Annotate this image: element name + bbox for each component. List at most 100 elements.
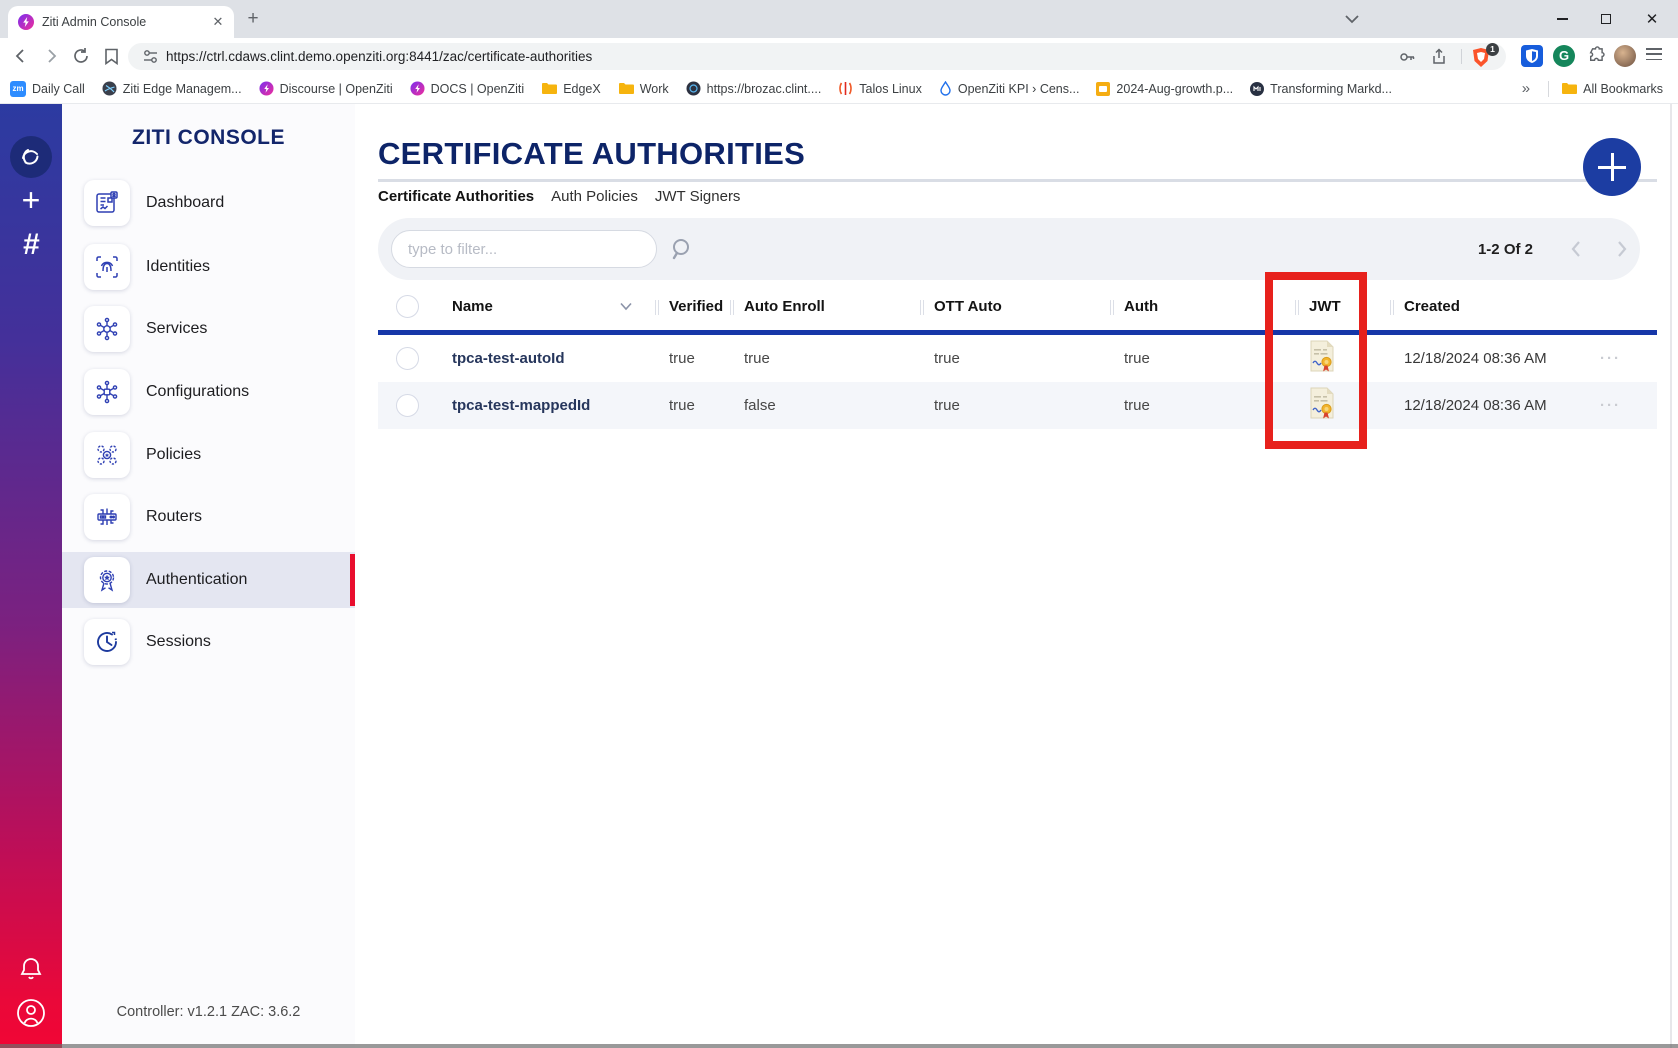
tab-certificate-authorities[interactable]: Certificate Authorities <box>378 188 534 205</box>
search-icon[interactable] <box>669 236 695 262</box>
table-row[interactable]: tpca-test-mappedId true false true true <box>378 382 1657 429</box>
bookmark-2024-aug-growth[interactable]: 2024-Aug-growth.p... <box>1096 82 1233 96</box>
bookmark-list-icon[interactable] <box>100 45 122 67</box>
sort-chevron-icon[interactable] <box>619 302 633 311</box>
brave-shield-icon[interactable]: 1 <box>1472 48 1492 68</box>
bookmark-edgex[interactable]: EdgeX <box>541 82 601 96</box>
bookmark-transforming-markd[interactable]: Transforming Markd... <box>1250 82 1392 96</box>
version-footer: Controller: v1.2.1 ZAC: 3.6.2 <box>62 1004 355 1020</box>
ca-name[interactable]: tpca-test-mappedId <box>430 397 655 414</box>
address-bar[interactable]: https://ctrl.cdaws.clint.demo.openziti.o… <box>128 43 1506 70</box>
sidebar-item-routers[interactable]: Routers <box>62 489 355 545</box>
pagination-prev-icon[interactable] <box>1568 239 1584 259</box>
select-all-checkbox[interactable] <box>396 295 419 318</box>
slides-icon <box>1096 82 1110 96</box>
auth-value: true <box>1110 397 1295 414</box>
created-value: 12/18/2024 08:36 AM <box>1390 397 1590 414</box>
zoom-icon: zm <box>10 81 26 97</box>
openziti-icon <box>410 81 425 96</box>
reload-button[interactable] <box>70 45 92 67</box>
bookmark-work[interactable]: Work <box>618 82 669 96</box>
left-rail: + # <box>0 104 62 1048</box>
extensions-puzzle-icon[interactable] <box>1586 45 1608 72</box>
column-header-verified[interactable]: Verified <box>655 298 730 315</box>
tab-auth-policies[interactable]: Auth Policies <box>551 188 638 205</box>
ca-name[interactable]: tpca-test-autoId <box>430 350 655 367</box>
filter-input[interactable] <box>391 230 657 268</box>
sub-navigation: Certificate Authorities Auth Policies JW… <box>378 188 740 205</box>
dark-circle-icon <box>1250 82 1264 96</box>
dashboard-icon <box>94 190 120 216</box>
row-actions-button[interactable]: ··· <box>1590 350 1657 367</box>
sidebar-item-policies[interactable]: Policies <box>62 427 355 483</box>
zac-app: + # ZITI CONSOLE Dashboard <box>0 104 1678 1048</box>
bookmark-daily-call[interactable]: zm Daily Call <box>10 81 85 97</box>
bookmark-docs-openziti[interactable]: DOCS | OpenZiti <box>410 81 525 96</box>
grammarly-extension-icon[interactable]: G <box>1553 45 1575 67</box>
globe-dark-icon <box>102 81 117 96</box>
sidebar-item-dashboard[interactable]: Dashboard <box>62 175 355 231</box>
sidebar: ZITI CONSOLE Dashboard Identities <box>62 104 355 1048</box>
add-certificate-authority-button[interactable] <box>1583 138 1641 196</box>
rail-hash-button[interactable]: # <box>0 228 62 262</box>
back-button[interactable] <box>10 45 32 67</box>
sidebar-item-sessions[interactable]: Sessions <box>62 614 355 670</box>
new-tab-button[interactable]: + <box>242 9 264 31</box>
table-header: Name Verified Auto Enroll OTT Auto Auth … <box>378 283 1657 330</box>
sidebar-item-services[interactable]: Services <box>62 301 355 357</box>
verified-value: true <box>655 350 730 367</box>
window-close-button[interactable]: ✕ <box>1629 0 1675 38</box>
row-checkbox[interactable] <box>396 394 419 417</box>
url-text[interactable]: https://ctrl.cdaws.clint.demo.openziti.o… <box>166 49 592 64</box>
routers-icon <box>94 504 120 530</box>
bookmark-talos-linux[interactable]: Talos Linux <box>838 81 922 96</box>
row-actions-button[interactable]: ··· <box>1590 397 1657 414</box>
column-header-created[interactable]: Created <box>1390 298 1590 315</box>
bookmark-ziti-edge[interactable]: Ziti Edge Managem... <box>102 81 242 96</box>
column-header-name[interactable]: Name <box>430 298 655 315</box>
bookmarks-overflow-chevrons[interactable]: » <box>1522 80 1530 97</box>
profile-avatar[interactable] <box>1614 45 1636 67</box>
sidebar-item-authentication[interactable]: Authentication <box>62 552 355 608</box>
ziti-favicon-icon <box>18 14 34 30</box>
rail-add-button[interactable]: + <box>0 186 62 214</box>
column-header-ott-auto[interactable]: OTT Auto <box>920 298 1110 315</box>
browser-tab[interactable]: Ziti Admin Console ✕ <box>8 6 234 38</box>
divider <box>378 179 1657 182</box>
profile-icon[interactable] <box>0 998 62 1028</box>
sidebar-item-identities[interactable]: Identities <box>62 239 355 295</box>
jwt-certificate-icon[interactable] <box>1309 387 1335 419</box>
created-value: 12/18/2024 08:36 AM <box>1390 350 1590 367</box>
ott-auto-value: true <box>920 350 1110 367</box>
sidebar-item-configurations[interactable]: Configurations <box>62 364 355 420</box>
column-header-jwt[interactable]: JWT <box>1295 298 1390 315</box>
bookmark-discourse-openziti[interactable]: Discourse | OpenZiti <box>259 81 393 96</box>
column-header-auth[interactable]: Auth <box>1110 298 1295 315</box>
services-network-icon <box>94 316 120 342</box>
row-checkbox[interactable] <box>396 347 419 370</box>
bookmark-openziti-kpi[interactable]: OpenZiti KPI › Cens... <box>939 81 1080 96</box>
menu-hamburger-icon[interactable] <box>1646 48 1662 60</box>
pagination-next-icon[interactable] <box>1614 239 1630 259</box>
password-key-icon[interactable] <box>1398 48 1416 66</box>
window-minimize-button[interactable] <box>1539 0 1585 38</box>
tab-search-chevron-icon[interactable] <box>1344 13 1360 25</box>
auto-enroll-value: true <box>730 350 920 367</box>
filter-bar: 1-2 Of 2 <box>378 218 1640 280</box>
bitwarden-extension-icon[interactable] <box>1521 45 1543 72</box>
table-row[interactable]: tpca-test-autoId true true true true <box>378 335 1657 382</box>
bookmark-brozac[interactable]: https://brozac.clint.... <box>686 81 822 96</box>
window-maximize-button[interactable] <box>1583 0 1629 38</box>
sessions-clock-icon <box>94 629 120 655</box>
forward-button[interactable] <box>40 45 62 67</box>
share-icon[interactable] <box>1430 48 1448 66</box>
tab-close-icon[interactable]: ✕ <box>210 14 226 30</box>
tab-jwt-signers[interactable]: JWT Signers <box>655 188 741 205</box>
notifications-bell-icon[interactable] <box>0 956 62 982</box>
folder-icon <box>541 82 557 95</box>
column-header-auto-enroll[interactable]: Auto Enroll <box>730 298 920 315</box>
all-bookmarks-button[interactable]: All Bookmarks <box>1561 82 1663 96</box>
ziti-logo-icon[interactable] <box>10 136 52 178</box>
jwt-certificate-icon[interactable] <box>1309 340 1335 372</box>
site-settings-icon[interactable] <box>142 48 159 65</box>
